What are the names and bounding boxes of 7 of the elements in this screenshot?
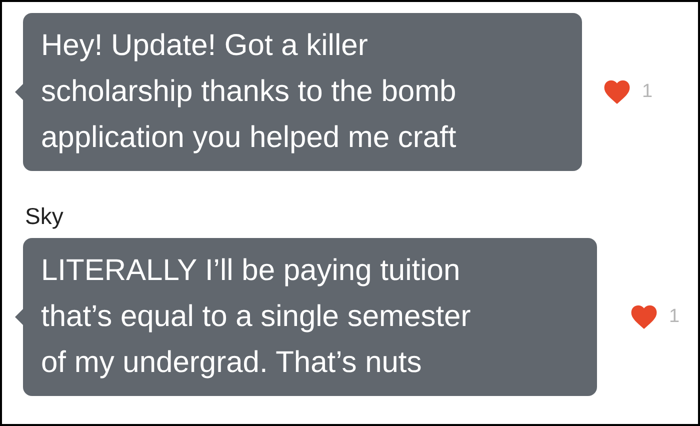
message-bubble: LITERALLY I’ll be paying tuition that’s equal to a single semester of my undergrad. That’s nuts — [23, 238, 597, 396]
sender-name: Sky — [25, 203, 64, 230]
message-bubble: Hey! Update! Got a killer scholarship thanks to the bomb application you helped me craft — [23, 13, 582, 171]
heart-icon[interactable] — [631, 305, 657, 329]
heart-icon[interactable] — [604, 80, 630, 104]
reaction-count: 1 — [669, 306, 680, 328]
reaction-count: 1 — [642, 81, 653, 103]
